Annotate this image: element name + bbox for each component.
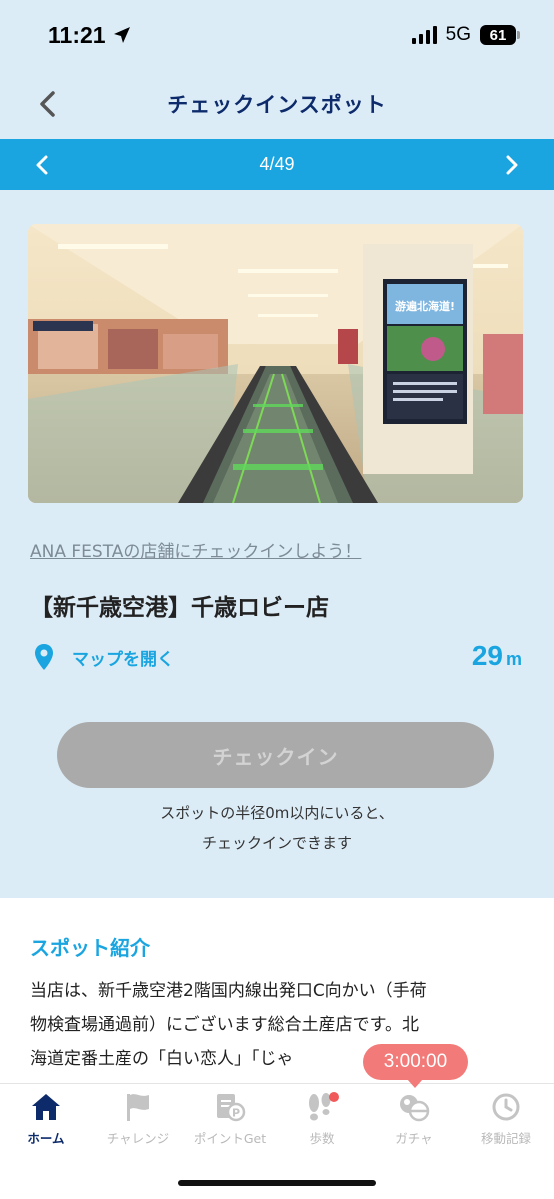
spot-name: 【新千歳空港】千歳ロビー店 xyxy=(30,595,329,621)
status-indicators: 5G 61 xyxy=(411,24,520,46)
chevron-left-icon xyxy=(36,155,48,175)
tab-steps-label: 歩数 xyxy=(309,1131,335,1146)
tab-travel-log[interactable]: 移動記録 xyxy=(460,1092,552,1147)
tab-home[interactable]: ホーム xyxy=(0,1092,92,1147)
distance-unit: m xyxy=(505,649,522,669)
back-button[interactable] xyxy=(30,82,66,126)
map-pin-icon xyxy=(35,644,53,670)
spot-photo: 游遍北海道! xyxy=(28,224,523,503)
next-spot-button[interactable] xyxy=(492,145,532,185)
svg-text:P: P xyxy=(232,1107,240,1120)
checkin-note: スポットの半径0m以内にいると、 チェックインできます xyxy=(0,798,554,858)
open-map-link[interactable]: マップを開く xyxy=(34,643,174,671)
flag-icon xyxy=(127,1094,149,1121)
tab-home-label: ホーム xyxy=(27,1131,65,1146)
tab-point-get-label: ポイントGet xyxy=(193,1131,267,1146)
checkin-note-line2: チェックインできます xyxy=(201,834,352,852)
network-type: 5G xyxy=(445,24,471,45)
page-title: チェックインスポット xyxy=(167,93,387,117)
photo-sign-text: 游遍北海道! xyxy=(395,299,455,313)
status-bar: 11:21 5G 61 xyxy=(0,0,554,70)
gacha-timer-badge: 3:00:00 xyxy=(363,1044,468,1088)
spot-pager: 4/49 xyxy=(0,139,554,190)
status-time: 11:21 xyxy=(48,22,132,49)
home-indicator xyxy=(178,1180,376,1186)
battery-icon: 61 xyxy=(480,25,520,45)
nav-header: チェックインスポット xyxy=(0,70,554,138)
tab-steps[interactable]: 歩数 xyxy=(276,1092,368,1147)
tab-challenge[interactable]: チャレンジ xyxy=(92,1092,184,1147)
tab-challenge-label: チャレンジ xyxy=(106,1131,170,1146)
clock-icon xyxy=(492,1093,520,1121)
previous-spot-button[interactable] xyxy=(22,145,62,185)
campaign-link[interactable]: ANA FESTAの店舗にチェックインしよう！ xyxy=(30,537,361,562)
spot-intro-line2: 物検査場通過前）にございます総合土産店です。北 xyxy=(30,1015,419,1035)
point-icon: P xyxy=(217,1094,246,1122)
map-label: マップを開く xyxy=(72,649,174,670)
location-arrow-icon xyxy=(113,27,130,43)
tab-gacha-label: ガチャ xyxy=(395,1131,433,1146)
pager-count: 4/49 xyxy=(259,154,295,174)
checkin-note-line1: スポットの半径0m以内にいると、 xyxy=(160,804,394,822)
gacha-icon xyxy=(400,1095,430,1122)
checkin-button-label: チェックイン xyxy=(212,744,339,769)
footsteps-icon xyxy=(309,1092,339,1121)
cell-signal-icon xyxy=(411,26,437,44)
status-time-text: 11:21 xyxy=(48,21,106,48)
checkin-button[interactable]: チェックイン xyxy=(57,722,494,788)
spot-intro-title: スポット紹介 xyxy=(30,936,150,960)
battery-level: 61 xyxy=(489,26,507,44)
gacha-timer-text: 3:00:00 xyxy=(383,1051,448,1072)
chevron-right-icon xyxy=(506,155,518,175)
spot-intro-line1: 当店は、新千歳空港2階国内線出発口C向かい（手荷 xyxy=(30,981,427,1001)
tab-travel-log-label: 移動記録 xyxy=(480,1131,531,1146)
chevron-left-icon xyxy=(40,91,55,117)
tab-point-get[interactable]: P ポイントGet xyxy=(184,1092,276,1147)
distance-value: 29 xyxy=(471,640,503,671)
distance: 29 m xyxy=(472,640,522,672)
home-icon xyxy=(32,1094,60,1120)
tab-gacha[interactable]: ガチャ xyxy=(368,1092,460,1147)
